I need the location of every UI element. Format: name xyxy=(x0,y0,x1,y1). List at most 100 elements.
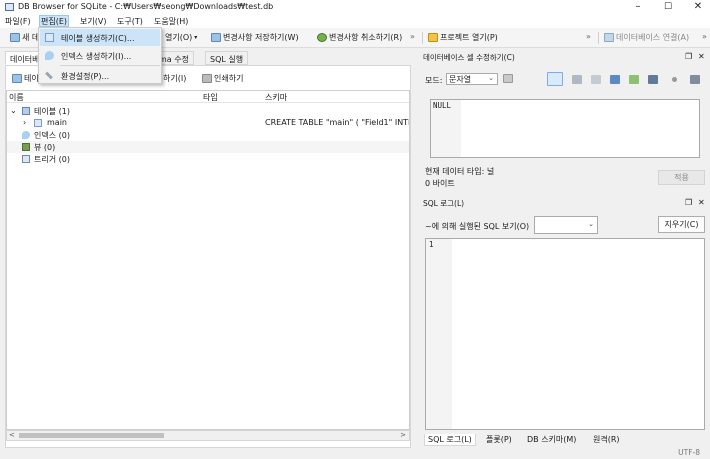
menu-help[interactable]: 도움말(H) xyxy=(154,16,188,27)
new-database-label: 새 데 xyxy=(22,33,40,42)
float-dock-icon[interactable]: ❐ xyxy=(685,198,692,207)
menu-preferences[interactable]: 환경설정(P)... xyxy=(40,67,160,84)
edit-cell-title: 데이터베이스 셀 수정하기(C) xyxy=(423,53,515,62)
toolbar-separator xyxy=(598,32,599,44)
float-dock-icon[interactable]: ❐ xyxy=(685,52,692,61)
tab-sql-log[interactable]: SQL 로그(L) xyxy=(424,434,476,446)
menu-create-table-label: 테이블 생성하기(C)... xyxy=(61,34,135,43)
print-icon xyxy=(202,74,212,83)
save-changes-button[interactable]: 변경사항 저장하기(W) xyxy=(211,32,299,43)
new-database-button[interactable]: 새 데 xyxy=(10,32,39,43)
toolbar-overflow-button-3[interactable]: » xyxy=(702,32,707,41)
tree-row-indices[interactable]: 인덱스 (0) xyxy=(7,129,409,141)
tree-label: 뷰 (0) xyxy=(34,143,56,152)
open-project-icon xyxy=(428,33,438,42)
apply-button[interactable]: 적용 xyxy=(658,170,705,185)
open-external-icon[interactable] xyxy=(648,75,658,84)
tab-db-schema[interactable]: DB 스키마(M) xyxy=(524,434,579,446)
menu-preferences-label: 환경설정(P)... xyxy=(61,72,110,81)
sql-filter-select[interactable]: ⌄ xyxy=(534,216,598,234)
database-connect-button[interactable]: 데이터베이스 연결(A) xyxy=(604,32,689,43)
table-icon xyxy=(34,119,42,127)
scroll-thumb[interactable] xyxy=(19,433,164,438)
tree-row-views[interactable]: 뷰 (0) xyxy=(7,141,409,153)
menu-create-index-label: 인덱스 생성하기(I)... xyxy=(61,52,132,61)
auto-switch-icon[interactable] xyxy=(503,74,513,83)
sql-log-editor[interactable]: 1 xyxy=(425,238,705,430)
cell-type-info: 현재 데이터 타입: 널 xyxy=(425,167,495,176)
sql-log-title: SQL 로그(L) xyxy=(423,199,465,208)
open-project-button[interactable]: 프로젝트 열기(P) xyxy=(428,32,498,43)
close-dock-icon[interactable]: ✕ xyxy=(698,198,705,207)
column-header-name[interactable]: 이름 xyxy=(9,92,24,103)
menu-view[interactable]: 보기(V) xyxy=(80,16,106,27)
new-database-icon xyxy=(10,33,20,42)
window-title: DB Browser for SQLite - C:₩Users₩seong₩D… xyxy=(18,2,274,11)
tree-schema: CREATE TABLE "main" ( "Field1" INTEG xyxy=(265,118,409,127)
open-database-button[interactable]: 열기(O) ▾ xyxy=(165,32,197,43)
menu-bar: 파일(F) 편집(E) 보기(V) 도구(T) 도움말(H) xyxy=(0,14,710,28)
menu-file[interactable]: 파일(F) xyxy=(5,16,31,27)
toolbar-separator xyxy=(422,32,423,44)
toolbar-overflow-button[interactable]: » xyxy=(410,32,415,41)
tree-row-main[interactable]: › main CREATE TABLE "main" ( "Field1" IN… xyxy=(7,117,409,129)
column-header-type[interactable]: 타입 xyxy=(203,92,218,103)
menu-create-table[interactable]: 테이블 생성하기(C)... xyxy=(40,29,160,46)
create-table-icon xyxy=(12,74,22,83)
maximize-button[interactable]: ☐ xyxy=(653,0,683,14)
open-database-label: 열기(O) xyxy=(165,33,193,42)
view-icon xyxy=(22,143,30,151)
word-wrap-icon[interactable] xyxy=(547,72,563,86)
tree-header: 이름 타입 스키마 xyxy=(7,91,409,103)
tree-label: 테이블 (1) xyxy=(34,107,70,116)
cell-value-editor[interactable]: NULL xyxy=(430,99,700,158)
schema-tree[interactable]: 이름 타입 스키마 ⌄ 테이블 (1) › main CREATE TABLE … xyxy=(6,90,410,430)
tree-label: 트리거 (0) xyxy=(34,155,70,164)
revert-changes-button[interactable]: 변경사항 취소하기(R) xyxy=(317,32,402,43)
auto-format-icon[interactable] xyxy=(572,75,582,84)
menu-tools[interactable]: 도구(T) xyxy=(117,16,143,27)
print-label: 인쇄하기 xyxy=(214,74,244,83)
scroll-left-arrow-icon[interactable]: < xyxy=(9,431,15,439)
line-number: 1 xyxy=(429,240,434,249)
clear-button[interactable]: 지우기(C) xyxy=(658,216,705,233)
tab-remote[interactable]: 원격(R) xyxy=(590,434,623,446)
menu-create-index[interactable]: 인덱스 생성하기(I)... xyxy=(40,47,160,64)
database-connect-icon xyxy=(604,33,614,42)
menu-edit[interactable]: 편집(E) xyxy=(39,15,70,27)
open-dropdown-arrow-icon[interactable]: ▾ xyxy=(194,34,197,41)
print-cell-icon[interactable] xyxy=(690,75,700,84)
app-icon xyxy=(5,3,14,11)
open-project-label: 프로젝트 열기(P) xyxy=(440,33,498,42)
status-bar: UTF-8 xyxy=(0,448,710,459)
close-button[interactable]: ✕ xyxy=(683,0,710,14)
revert-changes-icon xyxy=(317,33,327,42)
create-table-label: 테이 xyxy=(24,74,39,83)
scroll-right-arrow-icon[interactable]: > xyxy=(400,431,406,439)
tree-row-tables[interactable]: ⌄ 테이블 (1) xyxy=(7,105,409,117)
tab-database-structure[interactable]: 데이터베 xyxy=(5,51,39,65)
import-icon[interactable] xyxy=(591,75,601,84)
tree-label: 인덱스 (0) xyxy=(34,131,70,140)
tree-row-triggers[interactable]: 트리거 (0) xyxy=(7,153,409,165)
collapse-chevron-icon[interactable]: ⌄ xyxy=(10,106,17,115)
create-table-icon xyxy=(45,33,54,42)
close-dock-icon[interactable]: ✕ xyxy=(698,52,705,61)
mode-select[interactable]: 문자열 ⌄ xyxy=(446,73,498,85)
modify-button[interactable]: 하기(I) xyxy=(163,73,186,84)
print-button[interactable]: 인쇄하기 xyxy=(202,73,243,84)
export-icon[interactable] xyxy=(610,75,620,84)
minimize-button[interactable]: – xyxy=(623,0,653,14)
trigger-icon xyxy=(22,155,30,163)
cell-value-text: NULL xyxy=(433,101,452,110)
horizontal-scrollbar[interactable]: < > xyxy=(6,430,410,441)
tab-execute-sql[interactable]: SQL 실행 xyxy=(205,51,249,65)
create-table-button[interactable]: 테이 xyxy=(12,73,39,84)
column-header-schema[interactable]: 스키마 xyxy=(265,92,287,103)
tree-label: main xyxy=(47,118,67,127)
set-null-icon[interactable] xyxy=(629,75,639,84)
dot-icon xyxy=(672,77,677,82)
tab-plot[interactable]: 플롯(P) xyxy=(483,434,515,446)
toolbar-overflow-button-2[interactable]: » xyxy=(586,32,591,41)
expand-chevron-icon[interactable]: › xyxy=(23,118,26,127)
